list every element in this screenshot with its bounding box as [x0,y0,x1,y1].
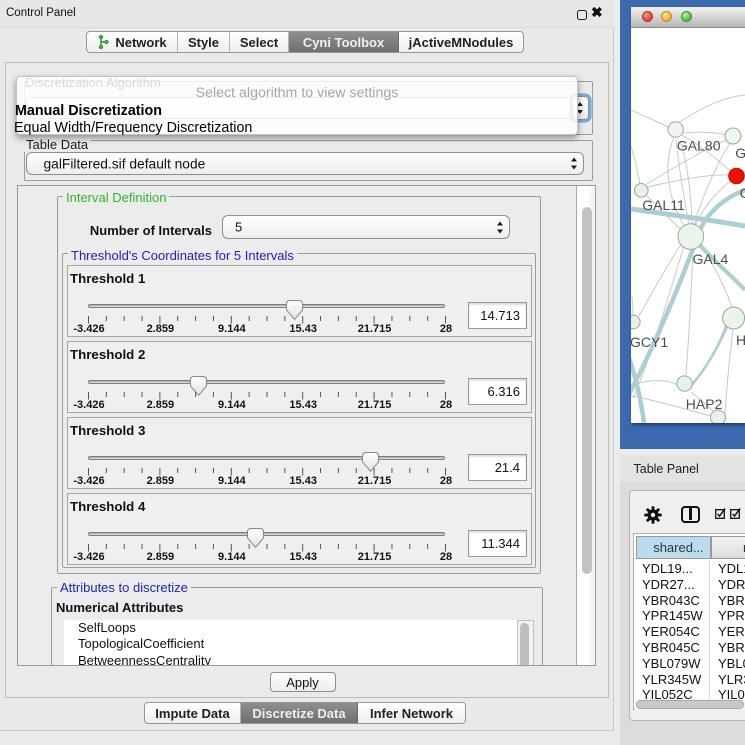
svg-text:GCY1: GCY1 [631,334,668,350]
svg-text:GAL80: GAL80 [677,137,721,153]
svg-text:GAL4: GAL4 [693,251,729,267]
svg-text:H: H [736,332,745,348]
svg-text:GAL11: GAL11 [642,197,685,213]
svg-text:G: G [735,145,745,161]
svg-text:HAP2: HAP2 [686,396,723,412]
svg-text:C: C [740,185,745,201]
